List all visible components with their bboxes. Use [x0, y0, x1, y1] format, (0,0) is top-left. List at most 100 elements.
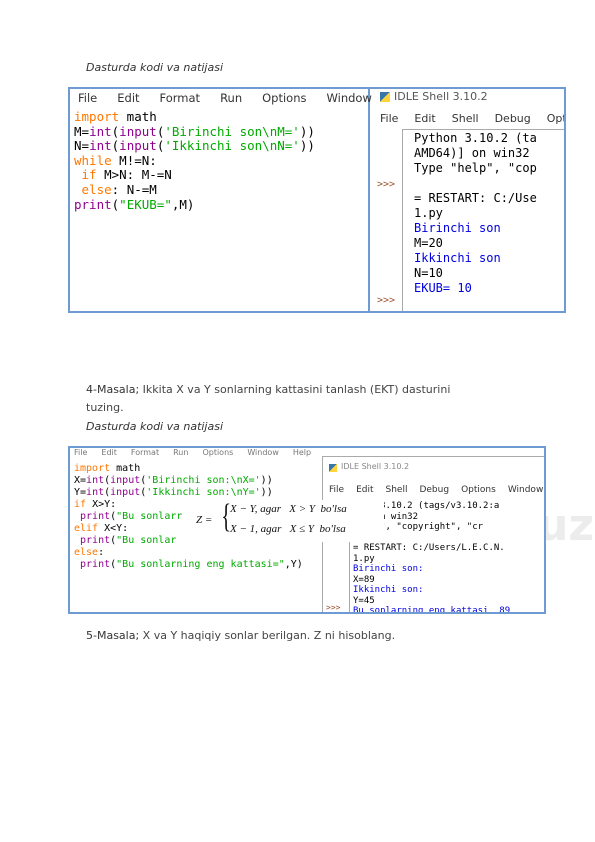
menu-help[interactable]: Help — [293, 448, 311, 457]
code-token: print — [74, 559, 111, 570]
task4-label: 4-Masala; — [86, 383, 140, 396]
code-token: print — [74, 196, 112, 212]
code-token: M>N: M-=N — [96, 167, 172, 183]
menu-file[interactable]: File — [78, 91, 97, 105]
menu-format[interactable]: Format — [131, 448, 159, 457]
python-icon — [329, 464, 337, 472]
shell-line: Bu sonlarning eng kattasi 89 — [353, 606, 511, 614]
code-token: while — [74, 152, 112, 168]
code-token: "EKUB=" — [119, 196, 172, 212]
code-token: print — [74, 511, 111, 522]
idle-screenshot-2: File Edit Format Run Options Window Help impor… — [68, 446, 546, 614]
code-token: Y= — [74, 487, 87, 498]
code-token: X>Y: — [86, 499, 117, 510]
menu-edit[interactable]: Edit — [356, 485, 373, 495]
code-line: N=int(input('Ikkinchi son\nN=')) — [74, 138, 315, 153]
code-token: math — [110, 463, 141, 474]
formula-lhs: Z = — [196, 514, 213, 526]
code-token: int — [86, 487, 105, 498]
shell-divider — [402, 129, 403, 311]
code-token: ,M) — [171, 196, 195, 212]
task5-text: 5-Masala; X va Y haqiqiy sonlar berilgan… — [86, 629, 395, 642]
menu-file[interactable]: File — [74, 448, 87, 457]
menu-window[interactable]: Window — [508, 485, 544, 495]
code-token: 'Ikkinchi son\nN=' — [164, 138, 300, 154]
menu-shell[interactable]: Shell — [452, 112, 479, 125]
shell-prompt: >>> — [377, 179, 396, 190]
code-token: if — [74, 167, 97, 183]
formula-overlay: Z = { X − Y, agar X > Y bo'lsa X − 1, ag… — [194, 498, 384, 542]
menu-run[interactable]: Run — [220, 91, 242, 105]
menu-options[interactable]: Options — [202, 448, 233, 457]
code-line: print("Bu sonlarning eng kattasi=",Y) — [74, 559, 303, 571]
shell-line: = RESTART: C:/Use — [414, 191, 537, 205]
code-token: else — [74, 181, 112, 197]
code-token: if — [74, 499, 87, 510]
code-token: 'Ikkinchi son:\nY=' — [146, 487, 261, 498]
code-line: import math — [74, 463, 303, 475]
menu-options[interactable]: Options — [547, 112, 564, 125]
menu-file[interactable]: File — [329, 485, 344, 495]
code-token: int — [89, 123, 112, 139]
code-token: 'Birinchi son:\nX=' — [146, 475, 261, 486]
menu-run[interactable]: Run — [173, 448, 188, 457]
shell-line: EKUB= 10 — [414, 281, 472, 295]
shell-line: 1.py — [353, 553, 375, 564]
editor-code[interactable]: import math M=int(input('Birinchi son\nM=… — [74, 109, 315, 212]
menu-edit[interactable]: Edit — [101, 448, 117, 457]
shell-line: Ikkinchi son: — [353, 585, 424, 595]
menu-shell[interactable]: Shell — [386, 485, 408, 495]
menu-file[interactable]: File — [380, 112, 398, 125]
task4-body: Ikkita X va Y sonlarning kattasini tanla… — [139, 383, 451, 396]
menu-window[interactable]: Window — [327, 91, 372, 105]
shell-top-rule — [402, 129, 564, 130]
shell-line: Ikkinchi son — [414, 251, 501, 265]
editor-menu-bar: File Edit Format Run Options Window Help — [74, 448, 325, 457]
shell-output: Python 3.10.2 (ta AMD64)] on win32 Type "h… — [414, 131, 537, 296]
task4-text-cont: tuzing. — [86, 401, 124, 414]
code-line: Y=int(input('Ikkinchi son:\nY=')) — [74, 487, 303, 499]
menu-debug[interactable]: Debug — [419, 485, 449, 495]
menu-edit[interactable]: Edit — [117, 91, 139, 105]
code-line: import math — [74, 109, 315, 124]
code-line: if M>N: M-=N — [74, 167, 315, 182]
menu-debug[interactable]: Debug — [495, 112, 531, 125]
shell-prompt: >>> — [377, 295, 396, 306]
menu-options[interactable]: Options — [461, 485, 496, 495]
shell-line: AMD64)] on win32 — [414, 146, 530, 160]
menu-window[interactable]: Window — [247, 448, 279, 457]
code-token: int — [89, 138, 112, 154]
shell-line: N=10 — [414, 266, 443, 280]
editor-menu-bar: File Edit Format Run Options Window — [78, 91, 392, 105]
idle-screenshot-1: File Edit Format Run Options Window import ma… — [68, 87, 566, 313]
code-token: "Bu sonlar — [116, 535, 177, 546]
task4-text: 4-Masala; Ikkita X va Y sonlarning katta… — [86, 383, 450, 396]
code-token: print — [74, 535, 111, 546]
menu-edit[interactable]: Edit — [414, 112, 435, 125]
task5-label: 5-Masala; — [86, 629, 140, 642]
code-token: X<Y: — [98, 523, 129, 534]
menu-options[interactable]: Options — [262, 91, 306, 105]
code-token: )) — [260, 475, 273, 486]
code-token: : — [98, 547, 105, 558]
shell-line: Type "help", "cop — [414, 161, 537, 175]
shell-line: Birinchi son: — [353, 564, 424, 574]
code-token: import — [74, 109, 120, 124]
shell-prompt: >>> — [326, 603, 341, 612]
code-line: while M!=N: — [74, 153, 315, 168]
shell-line: X=89 — [353, 574, 375, 585]
code-token: M= — [74, 123, 90, 139]
shell-line: M=20 — [414, 236, 443, 250]
shell-line: = RESTART: C:/Users/L.E.C.N. — [353, 543, 505, 553]
menu-format[interactable]: Format — [160, 91, 201, 105]
code-token: "Bu sonlarr — [116, 511, 183, 522]
shell-window: IDLE Shell 3.10.2 File Edit Shell Debug Opti… — [374, 89, 564, 311]
editor-window: File Edit Format Run Options Window import ma… — [70, 89, 372, 311]
code-token: import — [74, 463, 111, 474]
code-line: else: — [74, 547, 303, 559]
formula-case-2: X − 1, agar X ≤ Y bo'lsa — [230, 523, 346, 535]
code-token: input — [110, 487, 141, 498]
code-line: print("EKUB=",M) — [74, 197, 315, 212]
code-token: math — [119, 109, 157, 124]
